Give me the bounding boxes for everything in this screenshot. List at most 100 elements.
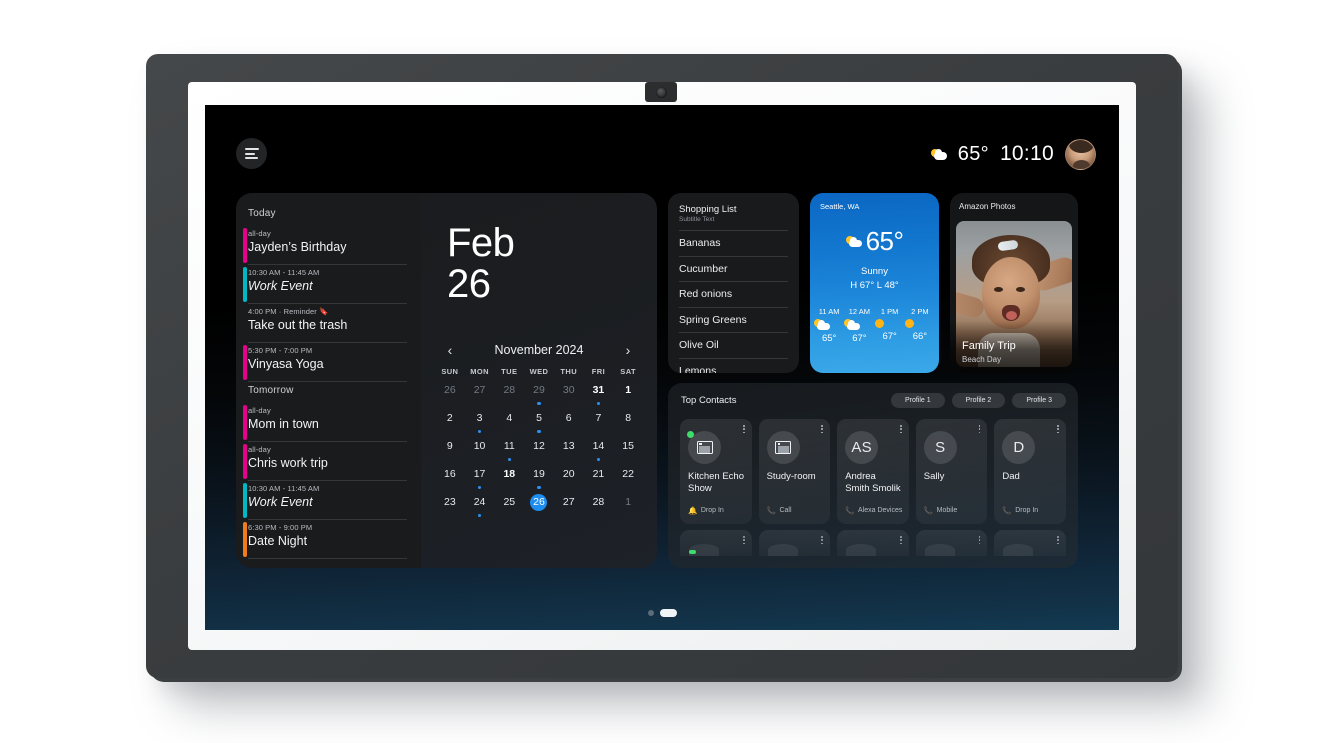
event-item[interactable]: all-day Mom in town: [243, 403, 407, 442]
contact-more-icon[interactable]: [900, 425, 902, 434]
contact-more-icon[interactable]: [900, 536, 902, 545]
calendar-day[interactable]: 31: [584, 382, 614, 408]
contact-card-partial[interactable]: [915, 530, 988, 556]
profile-chip[interactable]: Profile 1: [890, 393, 945, 408]
calendar-day[interactable]: 27: [465, 382, 495, 408]
page-indicator[interactable]: [205, 609, 1119, 617]
contact-card-partial[interactable]: [758, 530, 831, 556]
contact-cards[interactable]: Kitchen Echo Show 🔔 Drop In Study-room 📞 Call…: [668, 408, 1078, 524]
contact-card-partial[interactable]: [680, 530, 752, 556]
avatar[interactable]: [1065, 138, 1096, 170]
top-contacts-widget[interactable]: Top Contacts Profile 1 Profile 2 Profile 3…: [668, 383, 1078, 568]
contact-action[interactable]: 📞 Mobile: [924, 506, 957, 515]
calendar-day[interactable]: 17: [465, 466, 495, 492]
contact-card[interactable]: Study-room 📞 Call: [758, 419, 831, 524]
shopping-list-item[interactable]: Cucumber: [679, 255, 788, 282]
calendar-day-selected[interactable]: 26: [524, 494, 554, 520]
shopping-list-item[interactable]: Bananas: [679, 230, 788, 256]
contacts-title: Top Contacts: [681, 395, 737, 406]
contact-action[interactable]: 📞 Drop In: [1002, 506, 1038, 515]
contact-more-icon[interactable]: [1057, 425, 1059, 434]
page-dot-2-active[interactable]: [659, 609, 677, 617]
contact-more-icon[interactable]: [1057, 536, 1059, 545]
calendar-day[interactable]: 5: [524, 410, 554, 436]
event-item[interactable]: 10:30 AM - 11:45 AM Work Event: [243, 481, 407, 520]
calendar-day[interactable]: 2: [435, 410, 465, 436]
shopping-list-item[interactable]: Spring Greens: [679, 306, 788, 333]
calendar-day[interactable]: 3: [465, 410, 495, 436]
calendar-widget[interactable]: Today all-day Jayden’s Birthday 10:30 AM - …: [236, 193, 657, 568]
calendar-day[interactable]: 15: [613, 438, 643, 464]
calendar-day[interactable]: 23: [435, 494, 465, 520]
calendar-day-number: 27: [473, 384, 486, 397]
calendar-day[interactable]: 1: [613, 494, 643, 520]
calendar-day[interactable]: 29: [524, 382, 554, 408]
calendar-day[interactable]: 13: [554, 438, 584, 464]
contact-action-label: Drop In: [700, 507, 724, 514]
event-item[interactable]: 6:30 PM - 9:00 PM Date Night: [243, 520, 407, 559]
calendar-day[interactable]: 27: [554, 494, 584, 520]
event-item[interactable]: all-day Jayden’s Birthday: [243, 226, 407, 265]
calendar-day[interactable]: 21: [584, 466, 614, 492]
calendar-day[interactable]: 22: [613, 466, 643, 492]
contact-action[interactable]: 📞 Alexa Devices: [845, 506, 902, 515]
contact-card[interactable]: Kitchen Echo Show 🔔 Drop In: [680, 419, 752, 524]
contact-cards-row2[interactable]: [668, 524, 1078, 556]
shopping-list-item[interactable]: Red onions: [679, 281, 788, 307]
calendar-day[interactable]: 30: [554, 382, 584, 408]
calendar-day[interactable]: 18: [494, 466, 524, 492]
contact-more-icon[interactable]: [742, 536, 745, 545]
calendar-day[interactable]: 9: [435, 438, 465, 464]
contact-action[interactable]: 📞 Call: [767, 506, 792, 515]
month-grid[interactable]: 26 27 28 29 30 31 1 2 3 4 5 6 7 8 9 10 11 12 13 14 15 16 17 18 1…: [435, 382, 643, 520]
calendar-day[interactable]: 6: [554, 410, 584, 436]
contact-more-icon[interactable]: [978, 536, 981, 545]
contact-more-icon[interactable]: [742, 425, 745, 434]
calendar-day[interactable]: 26: [435, 382, 465, 408]
calendar-day[interactable]: 28: [584, 494, 614, 520]
event-item[interactable]: all-day Chris work trip: [243, 442, 407, 481]
contact-more-icon[interactable]: [821, 425, 824, 434]
shopping-list-item[interactable]: Lemons: [679, 357, 788, 373]
calendar-day-number: 29: [533, 384, 545, 397]
contact-action[interactable]: 🔔 Drop In: [688, 506, 724, 515]
contact-card[interactable]: AS Andrea Smith Smolik 📞 Alexa Devices: [837, 419, 909, 524]
hamburger-menu-icon[interactable]: [236, 138, 267, 169]
weather-widget[interactable]: Seattle, WA 65° Sunny H 67° L 48° 11 AM 6…: [810, 193, 939, 373]
event-item[interactable]: 5:30 PM - 7:00 PM Vinyasa Yoga: [243, 343, 407, 382]
profile-chip[interactable]: Profile 2: [951, 393, 1006, 408]
contact-card[interactable]: D Dad 📞 Drop In: [994, 419, 1066, 524]
shopping-list-item[interactable]: Olive Oil: [679, 332, 788, 358]
status-temperature[interactable]: 65°: [958, 143, 989, 166]
page-dot-1[interactable]: [647, 610, 654, 616]
calendar-day[interactable]: 20: [554, 466, 584, 492]
prev-month-icon[interactable]: ‹: [443, 342, 457, 358]
calendar-day[interactable]: 19: [524, 466, 554, 492]
calendar-day[interactable]: 25: [494, 494, 524, 520]
contact-more-icon[interactable]: [821, 536, 824, 545]
contact-card-partial[interactable]: [994, 530, 1066, 556]
shopping-list-widget[interactable]: Shopping List Subtitle Text Bananas Cucum…: [668, 193, 799, 373]
calendar-day[interactable]: 1: [613, 382, 643, 408]
calendar-day[interactable]: 28: [494, 382, 524, 408]
calendar-day[interactable]: 11: [494, 438, 524, 464]
contact-card-partial[interactable]: [837, 530, 909, 556]
calendar-day[interactable]: 12: [524, 438, 554, 464]
profile-chip[interactable]: Profile 3: [1012, 393, 1066, 408]
next-month-icon[interactable]: ›: [621, 342, 635, 358]
status-clock[interactable]: 10:10: [1000, 142, 1054, 166]
calendar-day[interactable]: 8: [613, 410, 643, 436]
events-list[interactable]: Today all-day Jayden’s Birthday 10:30 AM - …: [236, 193, 421, 568]
calendar-day[interactable]: 14: [584, 438, 614, 464]
contact-card[interactable]: S Sally 📞 Mobile: [915, 419, 988, 524]
profile-chips[interactable]: Profile 1 Profile 2 Profile 3: [890, 393, 1066, 408]
contact-more-icon[interactable]: [978, 425, 981, 434]
event-item[interactable]: 4:00 PM · Reminder 🔖 Take out the trash: [248, 304, 407, 343]
calendar-day[interactable]: 4: [494, 410, 524, 436]
calendar-day[interactable]: 10: [465, 438, 495, 464]
calendar-day[interactable]: 7: [584, 410, 614, 436]
amazon-photos-widget[interactable]: Amazon Photos Family Trip Beach Day: [950, 193, 1078, 373]
calendar-day[interactable]: 16: [435, 466, 465, 492]
event-item[interactable]: 10:30 AM - 11:45 AM Work Event: [243, 265, 407, 304]
calendar-day[interactable]: 24: [465, 494, 495, 520]
